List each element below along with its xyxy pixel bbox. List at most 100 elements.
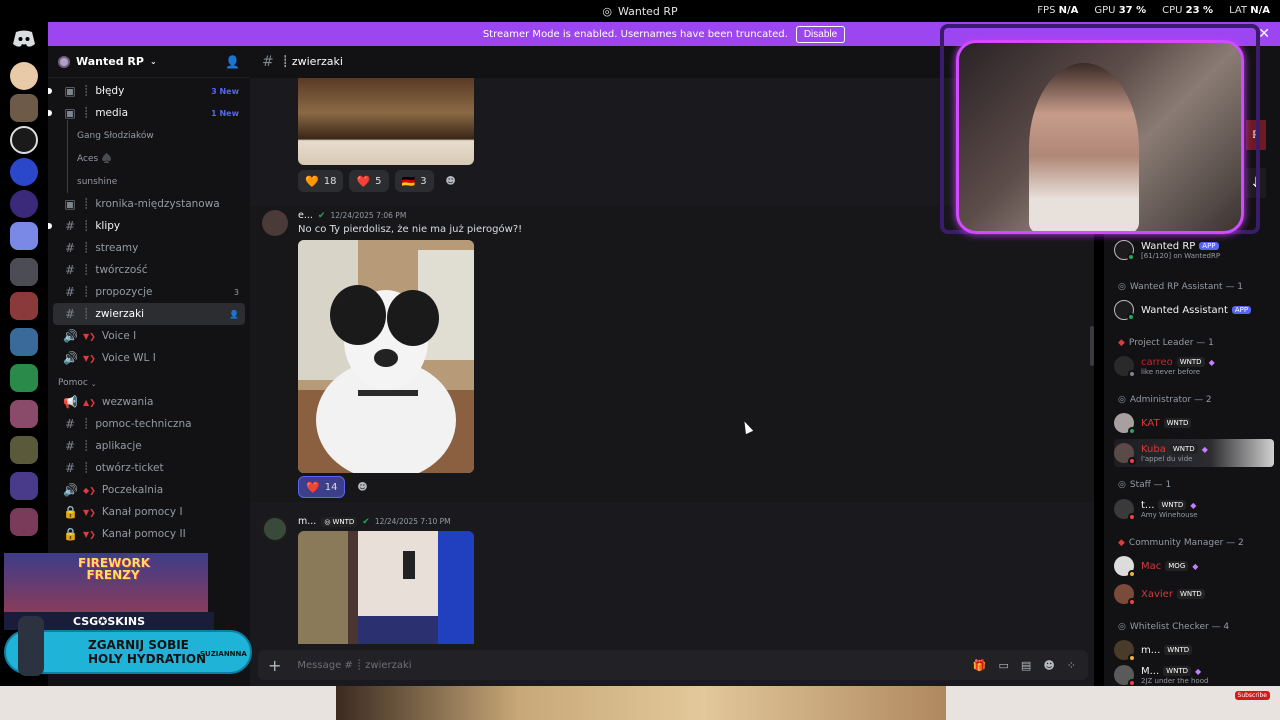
- server-icon-6[interactable]: [10, 222, 38, 250]
- speaker-icon: 🔊: [63, 329, 78, 343]
- server-icon-5[interactable]: [10, 190, 38, 218]
- webcam-overlay: [940, 24, 1262, 234]
- member-wl-1[interactable]: m... WNTD: [1114, 636, 1274, 664]
- channel-media[interactable]: ▣ ┊ media 1 New: [48, 102, 245, 124]
- reaction-bar-2: ❤️ 14 ☻: [298, 476, 373, 498]
- folder-icon-5[interactable]: [10, 400, 38, 428]
- lock-icon: 🔒: [63, 505, 78, 519]
- channel-wezwania[interactable]: 📢 ▲❯ wezwania: [53, 391, 245, 413]
- promo-title: FIREWORK FRENZY: [78, 556, 151, 582]
- hash-icon: #: [262, 53, 274, 70]
- channel-voice-1[interactable]: 🔊 ▼❯ Voice I: [53, 325, 245, 347]
- reaction-orange-heart[interactable]: 🧡 18: [298, 170, 344, 192]
- member-admin-1[interactable]: KAT WNTD: [1114, 409, 1274, 437]
- chat-scrollbar[interactable]: [1090, 326, 1094, 366]
- add-member-icon[interactable]: 👤: [229, 310, 239, 319]
- reaction-german-flag[interactable]: 🇩🇪 3: [394, 170, 434, 192]
- server-icon-wanted-rp[interactable]: [10, 126, 38, 154]
- message-header: e... ✔ 12/24/2025 7:06 PM: [298, 210, 406, 221]
- member-staff-1[interactable]: t... WNTD ◆ Amy Winehouse: [1114, 495, 1274, 523]
- hash-icon: #: [64, 285, 76, 299]
- channel-kanal-pomocy-1[interactable]: 🔒 ▼❯ Kanał pomocy I: [53, 501, 245, 523]
- server-icon-4[interactable]: [10, 158, 38, 186]
- message-composer: + Message # ┊ zwierzaki 🎁 ▭ ▤ ☻ ⁘: [258, 650, 1088, 680]
- server-icon-2[interactable]: [10, 94, 38, 122]
- channel-propozycje[interactable]: # ┊ propozycje 3: [53, 281, 245, 303]
- gift-icon[interactable]: 🎁: [973, 659, 987, 672]
- server-header[interactable]: Wanted RP ⌄ 👤: [48, 46, 250, 78]
- server-icon-1[interactable]: [10, 62, 38, 90]
- avatar: [1114, 640, 1136, 662]
- role-icon: ◎: [1118, 622, 1126, 632]
- hash-icon: #: [64, 307, 76, 321]
- sticker-icon[interactable]: ▤: [1021, 659, 1031, 672]
- avatar[interactable]: [262, 516, 288, 542]
- channel-voice-wl-1[interactable]: 🔊 ▼❯ Voice WL I: [53, 347, 245, 369]
- message-image-cat[interactable]: [298, 78, 474, 165]
- thread-sunshine[interactable]: sunshine: [53, 166, 245, 193]
- thread-gang-slodziakow[interactable]: Gang Słodziaków: [53, 120, 245, 147]
- hash-icon: #: [64, 241, 76, 255]
- disable-streamer-mode-button[interactable]: Disable: [795, 25, 846, 43]
- role-icon: ◎: [1118, 282, 1126, 292]
- message-text: No co Ty pierdolisz, że nie ma już piero…: [298, 224, 523, 235]
- add-user-icon[interactable]: 👤: [225, 55, 240, 69]
- new-badge: 3 New: [211, 86, 239, 96]
- channel-bledy[interactable]: ▣ ┊ błędy 3 New: [48, 80, 245, 102]
- hash-icon: #: [64, 461, 76, 475]
- channel-pomoc-techniczna[interactable]: # ┊ pomoc-techniczna: [53, 413, 245, 435]
- avatar[interactable]: [262, 210, 288, 236]
- folder-icon-2[interactable]: [10, 292, 38, 320]
- channel-streamy[interactable]: # ┊ streamy: [53, 237, 245, 259]
- folder-icon-4[interactable]: [10, 364, 38, 392]
- message-image-room[interactable]: [298, 531, 474, 644]
- category-pomoc[interactable]: Pomoc ⌄: [48, 369, 250, 391]
- channel-kronika[interactable]: ▣ ┊ kronika-międzystanowa: [53, 193, 245, 215]
- folder-icon-6[interactable]: [10, 436, 38, 464]
- channel-poczekalnia[interactable]: 🔊 ◆❯ Poczekalnia: [53, 479, 245, 501]
- role-icon: ◎: [1118, 395, 1126, 405]
- role-group-assistant: ◎ Wanted RP Assistant — 1: [1118, 282, 1244, 292]
- member-cm-2[interactable]: Xavier WNTD: [1114, 580, 1274, 608]
- channel-otworz-ticket[interactable]: # ┊ otwórz-ticket: [53, 457, 245, 479]
- add-reaction-icon[interactable]: ☻: [440, 170, 462, 192]
- member-wanted-assistant[interactable]: Wanted Assistant APP: [1114, 296, 1274, 324]
- avatar: [1114, 499, 1136, 521]
- hash-icon: #: [64, 439, 76, 453]
- gif-icon[interactable]: ▭: [999, 659, 1009, 672]
- author-name[interactable]: m...: [298, 516, 316, 527]
- apps-icon[interactable]: ⁘: [1067, 659, 1076, 672]
- member-wl-2[interactable]: M... WNTD ◆ 2JZ under the hood: [1114, 661, 1274, 686]
- folder-icon-3[interactable]: [10, 328, 38, 356]
- avatar: [1114, 584, 1136, 606]
- speaker-icon: 🔊: [63, 483, 78, 497]
- attach-plus-icon[interactable]: +: [268, 656, 281, 675]
- folder-icon-7[interactable]: [10, 472, 38, 500]
- member-carreo[interactable]: carreo WNTD ◆ like never before: [1114, 352, 1274, 380]
- channel-tworczosc[interactable]: # ┊ twórczość: [53, 259, 245, 281]
- message-input[interactable]: Message # ┊ zwierzaki: [297, 660, 411, 671]
- channel-aplikacje[interactable]: # ┊ aplikacje: [53, 435, 245, 457]
- channel-kanal-pomocy-2[interactable]: 🔒 ▼❯ Kanał pomocy II: [53, 523, 245, 545]
- member-cm-1[interactable]: Mac MOG ◆: [1114, 552, 1274, 580]
- channel-klipy[interactable]: # ┊ klipy: [48, 215, 245, 237]
- discord-home-icon[interactable]: [12, 30, 36, 48]
- author-name[interactable]: e...: [298, 210, 313, 221]
- add-reaction-icon[interactable]: ☻: [351, 476, 373, 498]
- folder-icon-1[interactable]: [10, 258, 38, 286]
- reaction-red-heart[interactable]: ❤️ 14: [298, 476, 346, 498]
- member-wanted-rp-bot[interactable]: Wanted RP APP [61/120] on WantedRP: [1114, 236, 1274, 264]
- avatar: [1114, 443, 1136, 465]
- folder-icon-8[interactable]: [10, 508, 38, 536]
- channel-zwierzaki[interactable]: # ┊ zwierzaki 👤: [53, 303, 245, 325]
- avatar: [1114, 300, 1135, 321]
- reaction-red-heart[interactable]: ❤️ 5: [349, 170, 389, 192]
- channel-title: ┊ zwierzaki: [281, 55, 343, 68]
- avatar: [1114, 240, 1135, 261]
- role-icon: ◎: [1118, 480, 1126, 490]
- message-image-dog[interactable]: [298, 240, 474, 473]
- emoji-icon[interactable]: ☻: [1043, 659, 1054, 672]
- thread-aces[interactable]: Aces ♠️: [53, 143, 245, 170]
- role-group-administrator: ◎ Administrator — 2: [1118, 395, 1212, 405]
- member-admin-2[interactable]: Kuba WNTD ◆ l'appel du vide: [1114, 439, 1274, 467]
